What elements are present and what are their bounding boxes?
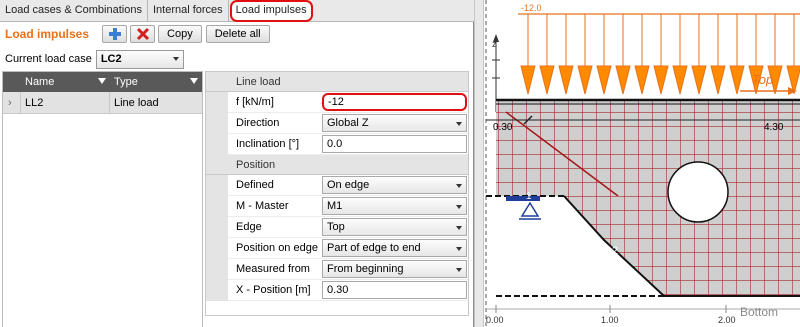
model-drawing: z -12.0 Top 0.30 4.30 1 2 0.00 1.00 2.00… — [485, 0, 800, 327]
edge-select[interactable]: Top — [322, 218, 467, 236]
tab-load-cases[interactable]: Load cases & Combinations — [0, 0, 148, 22]
row-name: LL2 — [21, 92, 110, 114]
prop-row-defined: Defined On edge — [206, 174, 468, 196]
prop-row-x-position: X - Position [m] 0.30 — [206, 279, 468, 301]
properties-panel: Line load f [kN/m] -12 Direction Global … — [205, 71, 469, 316]
dimension-right: 4.30 — [764, 122, 784, 133]
table-row[interactable]: › LL2 Line load — [3, 92, 202, 114]
x-tick-0: 0.00 — [486, 315, 504, 325]
prop-row-measured-from: Measured from From beginning — [206, 258, 468, 280]
position-on-edge-select[interactable]: Part of edge to end — [322, 239, 467, 257]
copy-button[interactable]: Copy — [158, 25, 202, 43]
x-tick-1: 1.00 — [601, 315, 619, 325]
bottom-edge-label: Bottom — [740, 305, 778, 319]
left-panel: Load cases & Combinations Internal force… — [0, 0, 474, 327]
chevron-down-icon — [456, 268, 462, 272]
measured-from-value: From beginning — [327, 263, 404, 275]
prop-row-edge: Edge Top — [206, 216, 468, 238]
chevron-down-icon — [456, 247, 462, 251]
column-header-name-label: Name — [25, 76, 55, 88]
delete-all-button[interactable]: Delete all — [205, 25, 270, 43]
master-select[interactable]: M1 — [322, 197, 467, 215]
column-header-type-label: Type — [114, 76, 138, 88]
position-on-edge-value: Part of edge to end — [327, 242, 421, 254]
f-input[interactable]: -12 — [322, 93, 467, 111]
panel-splitter[interactable] — [474, 0, 484, 327]
load-case-label: Current load case — [5, 53, 92, 65]
chevron-down-icon — [456, 226, 462, 230]
filter-icon[interactable] — [190, 78, 198, 84]
master-label: M - Master — [236, 200, 289, 212]
support-icon — [520, 201, 540, 217]
chevron-down-icon — [456, 205, 462, 209]
node-2-label: 2 — [612, 245, 618, 257]
row-type: Line load — [114, 97, 159, 109]
defined-label: Defined — [236, 179, 274, 191]
edge-label: Edge — [236, 221, 262, 233]
top-edge-label: Top — [752, 72, 773, 87]
add-icon[interactable] — [102, 25, 128, 43]
section-title: Load impulses — [5, 27, 90, 41]
node-1-label: 1 — [526, 191, 532, 202]
prop-row-position-on-edge: Position on edge Part of edge to end — [206, 237, 468, 259]
z-axis-label: z — [492, 39, 497, 49]
tab-bar: Load cases & Combinations Internal force… — [0, 0, 474, 22]
x-position-label: X - Position [m] — [236, 284, 311, 296]
prop-row-inclination: Inclination [°] 0.0 — [206, 133, 468, 155]
chevron-down-icon — [456, 184, 462, 188]
inclination-label: Inclination [°] — [236, 138, 300, 150]
measured-from-select[interactable]: From beginning — [322, 260, 467, 278]
table-header: Name Type — [3, 72, 202, 92]
f-label: f [kN/m] — [236, 96, 274, 108]
chevron-down-icon — [172, 56, 179, 61]
opening-circle — [667, 161, 729, 223]
load-block — [518, 14, 800, 66]
load-case-select[interactable]: LC2 — [95, 49, 184, 69]
prop-row-f: f [kN/m] -12 — [206, 91, 468, 113]
model-viewport[interactable]: z -12.0 Top 0.30 4.30 1 2 0.00 1.00 2.00… — [484, 0, 800, 327]
chevron-down-icon — [456, 122, 462, 126]
direction-select[interactable]: Global Z — [322, 114, 467, 132]
x-position-input[interactable]: 0.30 — [322, 281, 467, 299]
inclination-input[interactable]: 0.0 — [322, 135, 467, 153]
group-position: Position — [206, 155, 468, 175]
tab-internal-forces[interactable]: Internal forces — [148, 0, 229, 22]
column-header-name[interactable]: Name — [21, 72, 110, 92]
load-case-row: Current load case LC2 — [0, 48, 184, 70]
master-value: M1 — [327, 200, 343, 212]
column-header-type[interactable]: Type — [110, 72, 202, 92]
edge-value: Top — [327, 221, 345, 233]
defined-select[interactable]: On edge — [322, 176, 467, 194]
row-indicator-header — [3, 72, 21, 92]
defined-value: On edge — [327, 179, 370, 191]
load-impulse-table: Name Type › LL2 Line load — [2, 71, 203, 327]
measured-from-label: Measured from — [236, 263, 310, 275]
load-value-label: -12.0 — [521, 3, 542, 13]
row-pointer-icon: › — [3, 92, 21, 114]
direction-value: Global Z — [327, 117, 369, 129]
load-case-value: LC2 — [100, 52, 122, 65]
toolbar: Load impulses Copy Delete all — [0, 23, 474, 45]
dimension-left: 0.30 — [493, 122, 513, 133]
support-plate — [506, 196, 540, 201]
prop-row-master: M - Master M1 — [206, 195, 468, 217]
group-line-load: Line load — [206, 72, 468, 92]
tab-load-impulses[interactable]: Load impulses — [229, 0, 313, 22]
prop-row-direction: Direction Global Z — [206, 112, 468, 134]
filter-icon[interactable] — [98, 78, 106, 84]
position-on-edge-label: Position on edge — [236, 242, 318, 254]
delete-icon[interactable] — [130, 25, 156, 43]
direction-label: Direction — [236, 117, 280, 129]
x-tick-2: 2.00 — [718, 315, 736, 325]
